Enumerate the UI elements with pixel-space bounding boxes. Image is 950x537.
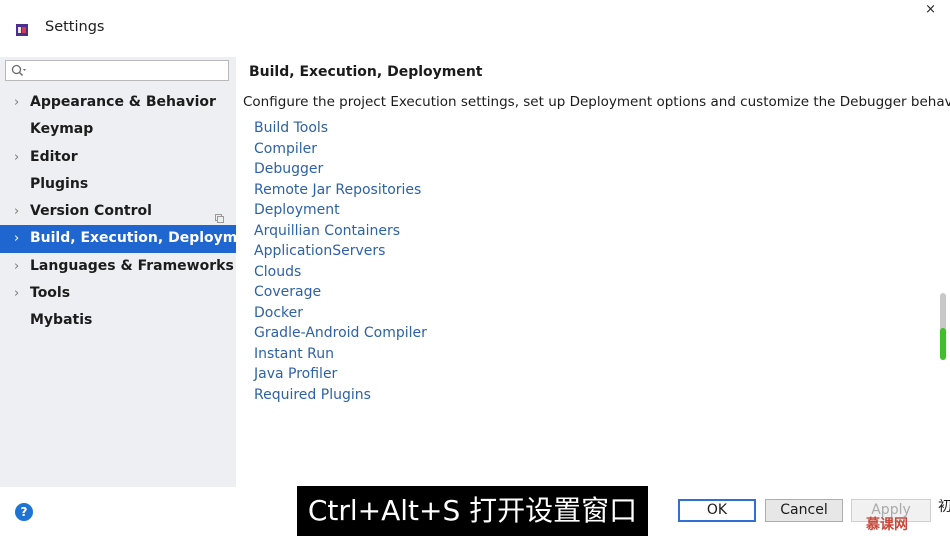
- subsection-links: Build Tools Compiler Debugger Remote Jar…: [254, 118, 427, 405]
- link-arquillian-containers[interactable]: Arquillian Containers: [254, 221, 427, 242]
- sidebar-item-label: Version Control: [30, 203, 152, 220]
- chevron-right-icon: ›: [14, 149, 20, 165]
- sidebar-item-label: Editor: [30, 148, 78, 165]
- scrollbar[interactable]: [940, 293, 946, 365]
- help-button[interactable]: ?: [15, 503, 33, 521]
- sidebar-item-mybatis[interactable]: Mybatis: [0, 307, 236, 334]
- sidebar-item-label: Mybatis: [30, 312, 93, 329]
- settings-tree: › Appearance & Behavior Keymap › Editor Pl…: [0, 89, 236, 335]
- chevron-right-icon: ›: [14, 231, 20, 247]
- link-required-plugins[interactable]: Required Plugins: [254, 385, 427, 406]
- video-subtitle: Ctrl+Alt+S 打开设置窗口: [297, 486, 648, 536]
- link-application-servers[interactable]: ApplicationServers: [254, 241, 427, 262]
- app-logo-icon: [16, 21, 28, 36]
- chevron-right-icon: ›: [14, 286, 20, 302]
- sidebar-item-label: Appearance & Behavior: [30, 94, 216, 110]
- sidebar-item-editor[interactable]: › Editor: [0, 144, 236, 171]
- sidebar-item-label: Plugins: [30, 175, 89, 192]
- chevron-right-icon: ›: [14, 204, 20, 220]
- sidebar-item-version-control[interactable]: › Version Control: [0, 198, 236, 225]
- link-docker[interactable]: Docker: [254, 303, 427, 324]
- settings-content: Build, Execution, Deployment Configure t…: [236, 57, 950, 487]
- sidebar-item-label: Tools: [30, 285, 71, 302]
- chevron-right-icon: ›: [14, 95, 20, 110]
- window-title: Settings: [45, 19, 105, 35]
- page-title: Build, Execution, Deployment: [249, 64, 483, 80]
- link-coverage[interactable]: Coverage: [254, 282, 427, 303]
- sidebar-item-appearance-behavior[interactable]: › Appearance & Behavior: [0, 89, 236, 116]
- brand-watermark: 慕课网: [866, 517, 908, 533]
- sidebar-item-keymap[interactable]: Keymap: [0, 116, 236, 143]
- link-deployment[interactable]: Deployment: [254, 200, 427, 221]
- search-input[interactable]: [5, 60, 229, 81]
- sidebar-item-languages-frameworks[interactable]: › Languages & Frameworks: [0, 253, 236, 280]
- cancel-button[interactable]: Cancel: [765, 499, 843, 522]
- title-bar: Settings ×: [0, 0, 950, 57]
- link-build-tools[interactable]: Build Tools: [254, 118, 427, 139]
- link-instant-run[interactable]: Instant Run: [254, 344, 427, 365]
- link-remote-jar-repositories[interactable]: Remote Jar Repositories: [254, 180, 427, 201]
- ok-button[interactable]: OK: [678, 499, 756, 522]
- sidebar-item-plugins[interactable]: Plugins: [0, 171, 236, 198]
- link-debugger[interactable]: Debugger: [254, 159, 427, 180]
- chevron-right-icon: ›: [14, 258, 20, 274]
- scrollbar-thumb[interactable]: [940, 293, 946, 333]
- page-description: Configure the project Execution settings…: [243, 94, 950, 110]
- link-gradle-android-compiler[interactable]: Gradle-Android Compiler: [254, 323, 427, 344]
- project-settings-icon: [215, 206, 224, 224]
- sidebar-item-build-execution-deployment[interactable]: › Build, Execution, Deploymen: [0, 225, 236, 253]
- sidebar-item-label: Build, Execution, Deploymen: [30, 230, 236, 247]
- clipped-text: 初: [938, 499, 950, 515]
- sidebar-item-label: Languages & Frameworks: [30, 257, 234, 274]
- sidebar-item-tools[interactable]: › Tools: [0, 280, 236, 307]
- settings-sidebar: › Appearance & Behavior Keymap › Editor Pl…: [0, 57, 236, 487]
- scroll-indicator: [940, 328, 946, 360]
- close-icon[interactable]: ×: [925, 2, 936, 17]
- link-clouds[interactable]: Clouds: [254, 262, 427, 283]
- link-compiler[interactable]: Compiler: [254, 139, 427, 160]
- link-java-profiler[interactable]: Java Profiler: [254, 364, 427, 385]
- sidebar-item-label: Keymap: [30, 121, 94, 138]
